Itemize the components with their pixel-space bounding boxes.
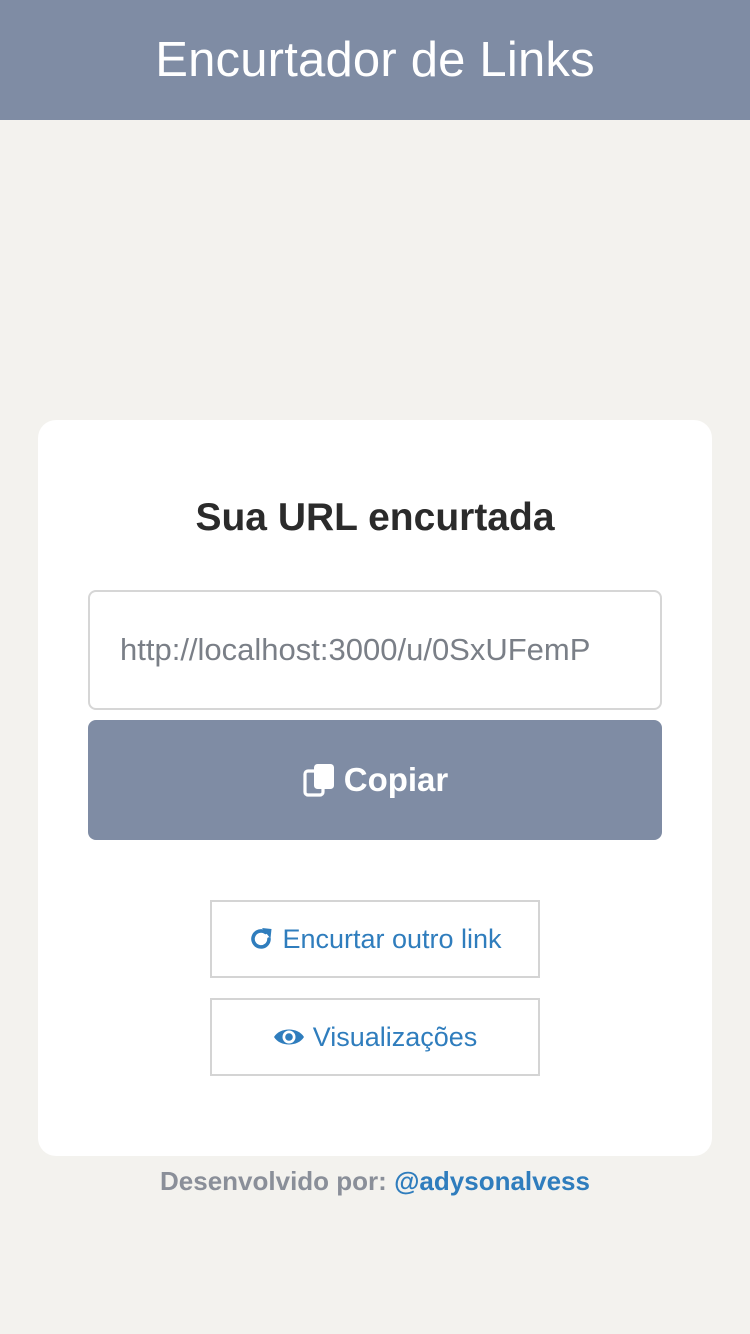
- refresh-icon: [248, 926, 274, 952]
- footer-author-link[interactable]: @adysonalvess: [394, 1166, 590, 1196]
- copy-icon: [302, 762, 338, 798]
- copy-button[interactable]: Copiar: [88, 720, 662, 840]
- eye-icon: [273, 1025, 305, 1049]
- short-url-field[interactable]: [88, 590, 662, 710]
- app-header: Encurtador de Links: [0, 0, 750, 120]
- copy-button-label: Copiar: [343, 761, 449, 798]
- shorten-another-button[interactable]: Encurtar outro link: [210, 900, 540, 978]
- views-button[interactable]: Visualizações: [210, 998, 540, 1076]
- shorten-another-label: Encurtar outro link: [282, 923, 502, 954]
- card-title: Sua URL encurtada: [195, 496, 555, 539]
- footer-credit: Desenvolvido por: @adysonalvess: [0, 1162, 750, 1200]
- views-label: Visualizações: [312, 1021, 478, 1052]
- footer-label: Desenvolvido por:: [160, 1166, 387, 1196]
- app-title: Encurtador de Links: [155, 33, 595, 87]
